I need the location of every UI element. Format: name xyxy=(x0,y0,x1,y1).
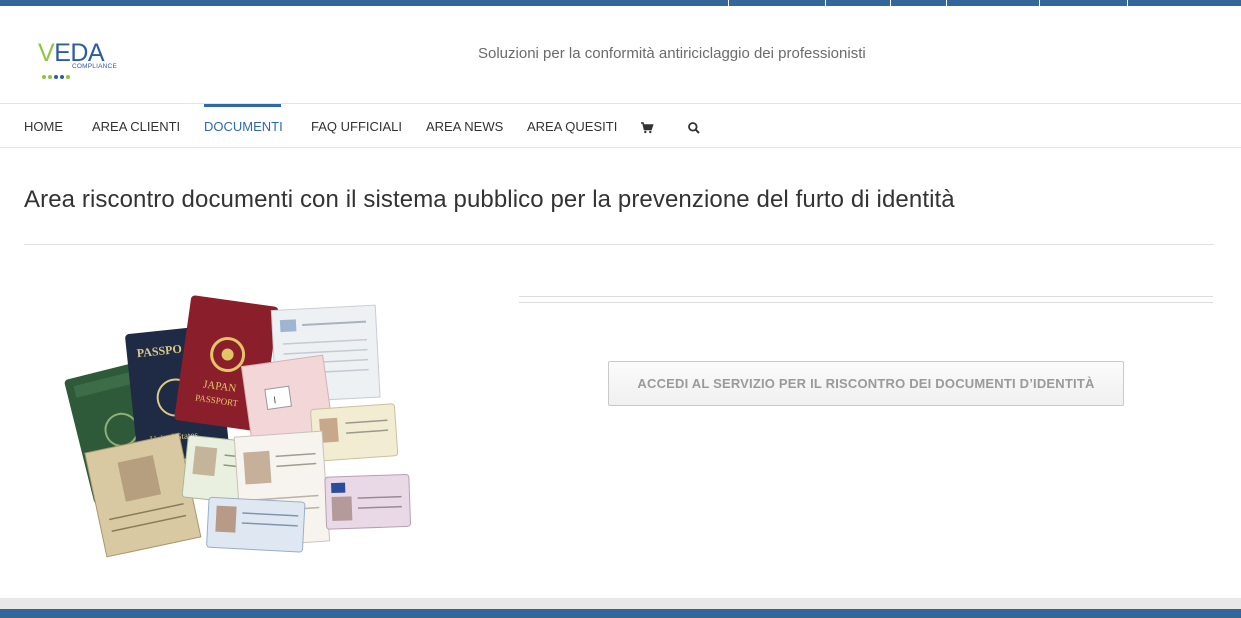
nav-item-area-quesiti[interactable]: AREA QUESITI xyxy=(527,104,617,148)
nav-item-home[interactable]: HOME xyxy=(24,104,63,148)
footer-separator xyxy=(0,598,1241,609)
nav-item-area-clienti[interactable]: AREA CLIENTI xyxy=(92,104,180,148)
site-tagline: Soluzioni per la conformità antiriciclag… xyxy=(478,45,866,62)
logo-dot xyxy=(60,75,64,79)
page-title: Area riscontro documenti con il sistema … xyxy=(24,186,955,213)
identity-documents-image: PASSPO United States JAPAN PASSPORT I xyxy=(62,290,422,560)
nav-item-faq-ufficiali[interactable]: FAQ UFFICIALI xyxy=(311,104,402,148)
logo-letter-v: V xyxy=(38,39,55,67)
logo-subtitle: COMPLIANCE xyxy=(72,63,117,70)
logo-dot xyxy=(42,75,46,79)
content-divider xyxy=(519,296,1213,297)
footer-bar xyxy=(0,609,1241,618)
main-navigation: HOME AREA CLIENTI DOCUMENTI FAQ UFFICIAL… xyxy=(0,104,1241,148)
title-divider xyxy=(24,244,1214,245)
site-header: VEDA COMPLIANCE Soluzioni per la conform… xyxy=(0,6,1241,104)
logo-dots xyxy=(42,64,72,79)
nav-item-area-news[interactable]: AREA NEWS xyxy=(426,104,503,148)
access-document-check-button[interactable]: ACCEDI AL SERVIZIO PER IL RISCONTRO DEI … xyxy=(608,361,1124,406)
content-divider xyxy=(519,302,1213,303)
logo-dot xyxy=(48,75,52,79)
search-icon[interactable] xyxy=(687,120,701,134)
logo-dot xyxy=(66,75,70,79)
cart-icon[interactable] xyxy=(640,120,654,134)
logo-dot xyxy=(54,75,58,79)
site-logo[interactable]: VEDA COMPLIANCE xyxy=(38,39,128,79)
nav-item-documenti[interactable]: DOCUMENTI xyxy=(204,104,283,148)
